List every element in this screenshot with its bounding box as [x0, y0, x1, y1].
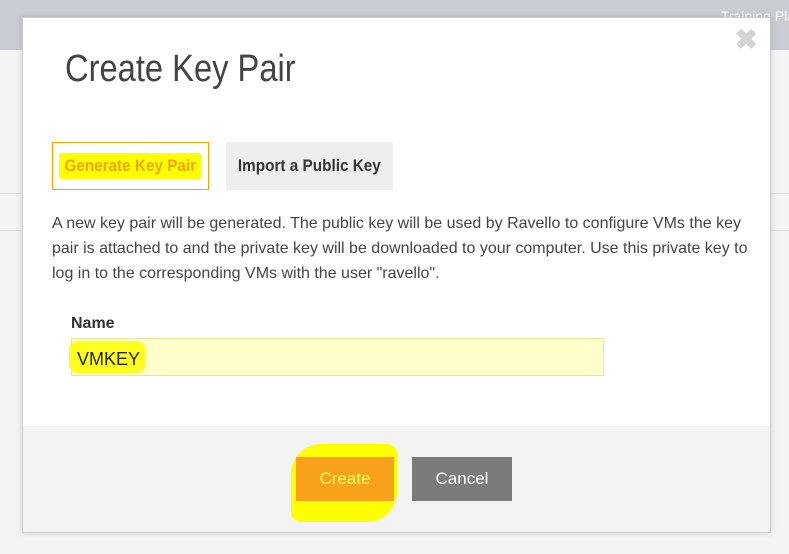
create-key-pair-dialog: ✖ Create Key Pair Generate Key Pair Impo…	[22, 17, 771, 533]
dialog-title: Create Key Pair	[65, 48, 296, 90]
create-button[interactable]: Create	[296, 457, 394, 501]
tab-label: Generate Key Pair	[59, 153, 202, 179]
tab-label: Import a Public Key	[238, 156, 381, 175]
dialog-footer: Create Cancel	[23, 426, 770, 532]
tab-import-public-key[interactable]: Import a Public Key	[226, 142, 393, 190]
name-label: Name	[71, 315, 115, 332]
close-icon[interactable]: ✖	[735, 26, 758, 54]
tab-generate-key-pair[interactable]: Generate Key Pair	[52, 142, 209, 190]
name-input[interactable]	[71, 338, 604, 376]
description-text: A new key pair will be generated. The pu…	[52, 215, 748, 282]
cancel-button[interactable]: Cancel	[412, 457, 512, 501]
